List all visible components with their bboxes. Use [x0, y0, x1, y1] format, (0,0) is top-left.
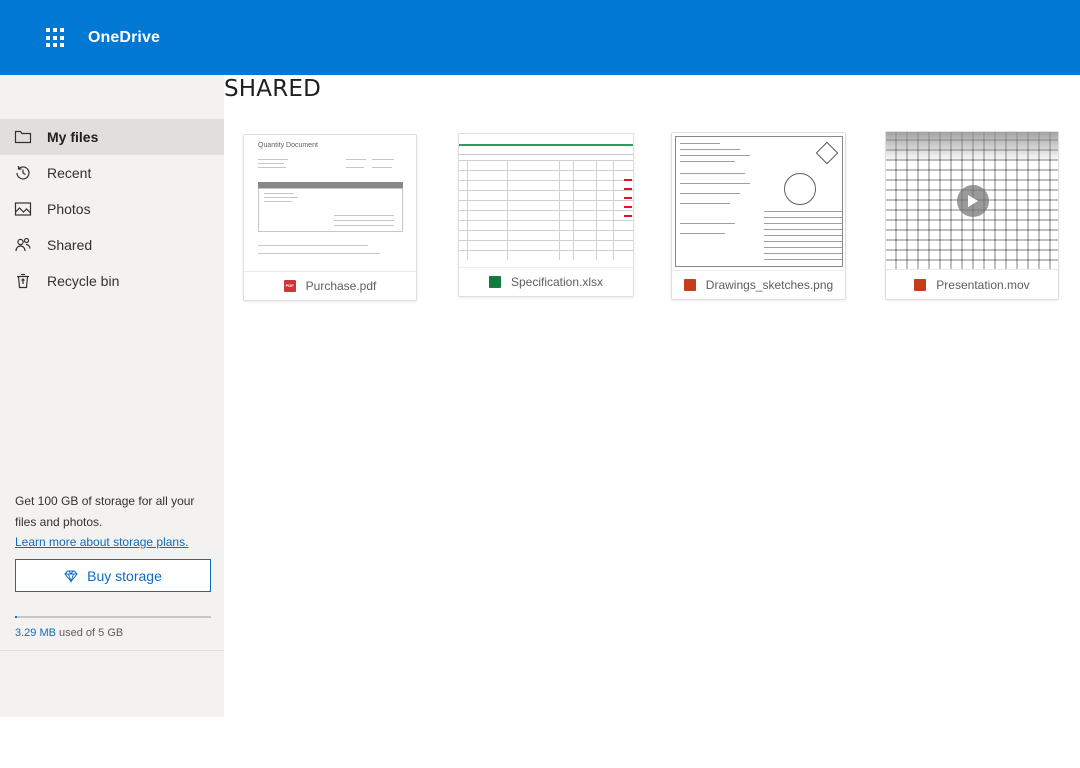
top-bar: OneDrive [0, 0, 1080, 75]
image-icon [0, 200, 47, 218]
storage-quota-fill [15, 616, 17, 618]
file-thumbnail [459, 134, 633, 268]
buy-storage-button[interactable]: Buy storage [15, 559, 211, 592]
storage-quota-text: 3.29 MB used of 5 GB [15, 627, 123, 639]
image-file-icon [683, 278, 696, 291]
sidebar-item-label: My files [47, 129, 99, 145]
file-name: Presentation.mov [886, 270, 1058, 299]
folder-icon [0, 128, 47, 146]
sidebar-item-label: Recent [47, 165, 92, 181]
file-tile-drawings[interactable]: Drawings_sketches.png [671, 132, 846, 300]
brand-name[interactable]: OneDrive [88, 29, 160, 47]
thumbnail-title: Quantity Document [258, 142, 318, 149]
storage-promo: Get 100 GB of storage for all your files… [15, 491, 211, 553]
diamond-icon [64, 570, 78, 583]
file-name: Purchase.pdf [244, 271, 416, 300]
sidebar: My files Recent Photos Shared Recycle bi… [0, 75, 224, 717]
sidebar-item-label: Recycle bin [47, 273, 120, 289]
sidebar-item-photos[interactable]: Photos [0, 191, 224, 227]
sidebar-item-recycle-bin[interactable]: Recycle bin [0, 263, 224, 299]
app-launcher-icon[interactable] [46, 28, 66, 48]
recycle-bin-icon [0, 272, 47, 290]
sidebar-item-shared[interactable]: Shared [0, 227, 224, 263]
storage-used[interactable]: 3.29 MB [15, 627, 56, 639]
file-thumbnail [672, 133, 845, 271]
people-icon [0, 236, 47, 254]
file-name-text: Purchase.pdf [305, 278, 377, 293]
storage-plans-link[interactable]: Learn more about storage plans. [15, 532, 211, 553]
file-thumbnail [886, 132, 1058, 270]
file-name-text: Specification.xlsx [510, 274, 604, 289]
file-tile-specification[interactable]: Specification.xlsx [458, 133, 634, 297]
page-title: SHARED [224, 76, 322, 102]
file-name: Drawings_sketches.png [672, 270, 845, 299]
excel-file-icon [488, 275, 501, 288]
video-file-icon [914, 278, 927, 291]
sidebar-nav: My files Recent Photos Shared Recycle bi… [0, 119, 224, 299]
sidebar-item-my-files[interactable]: My files [0, 119, 224, 155]
file-thumbnail: Quantity Document [244, 135, 416, 272]
pdf-file-icon [283, 279, 296, 292]
sidebar-item-recent[interactable]: Recent [0, 155, 224, 191]
sidebar-item-label: Photos [47, 201, 91, 217]
file-name-text: Presentation.mov [936, 277, 1030, 292]
storage-quota-bar [15, 616, 211, 618]
file-name-text: Drawings_sketches.png [705, 277, 834, 292]
buy-storage-label: Buy storage [87, 567, 162, 584]
clock-icon [0, 164, 47, 182]
file-tile-presentation[interactable]: Presentation.mov [885, 131, 1059, 300]
file-tile-purchase[interactable]: Quantity Document Purchase.pdf [243, 134, 417, 301]
play-icon[interactable] [957, 185, 989, 217]
promo-text: Get 100 GB of storage for all your files… [15, 494, 195, 529]
sidebar-divider [0, 650, 224, 651]
file-name: Specification.xlsx [459, 267, 633, 296]
storage-total: used of 5 GB [55, 627, 124, 639]
sidebar-item-label: Shared [47, 237, 93, 253]
